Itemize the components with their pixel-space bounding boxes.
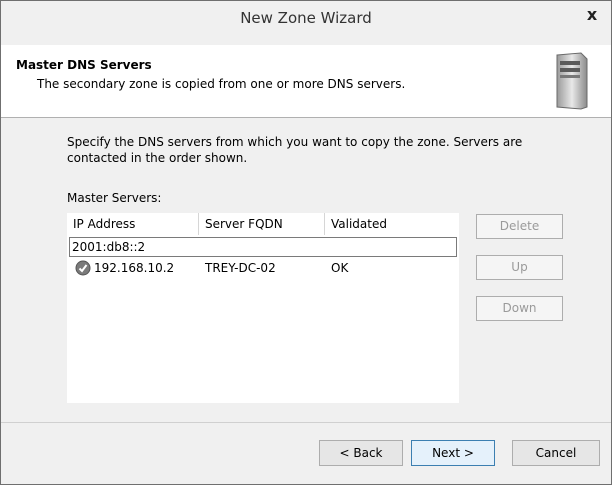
check-icon xyxy=(75,260,91,276)
title-bar: New Zone Wizard x xyxy=(1,1,611,37)
ip-address-edit-field[interactable]: 2001:db8::2 xyxy=(69,237,457,257)
cell-fqdn: TREY-DC-02 xyxy=(205,261,276,275)
instructions-text: Specify the DNS servers from which you w… xyxy=(67,135,523,165)
cell-ip: 192.168.10.2 xyxy=(94,261,175,275)
column-header-validated[interactable]: Validated xyxy=(325,213,459,235)
back-button[interactable]: < Back xyxy=(319,440,403,466)
cell-validated: OK xyxy=(331,261,349,275)
wizard-window: New Zone Wizard x Master DNS Servers The… xyxy=(0,0,612,485)
wizard-header: Master DNS Servers The secondary zone is… xyxy=(1,45,611,118)
close-button[interactable]: x xyxy=(579,3,605,27)
down-button[interactable]: Down xyxy=(476,296,563,321)
server-icon xyxy=(556,52,588,110)
page-subtitle: The secondary zone is copied from one or… xyxy=(37,77,406,91)
column-header-fqdn[interactable]: Server FQDN xyxy=(199,213,325,235)
table-row[interactable]: 192.168.10.2 TREY-DC-02 OK xyxy=(67,257,459,279)
next-button[interactable]: Next > xyxy=(411,440,495,466)
column-header-ip[interactable]: IP Address xyxy=(67,213,199,235)
footer-divider xyxy=(1,422,611,423)
page-title: Master DNS Servers xyxy=(16,58,152,72)
cancel-button[interactable]: Cancel xyxy=(512,440,600,466)
master-servers-label: Master Servers: xyxy=(67,191,162,205)
up-button[interactable]: Up xyxy=(476,255,563,280)
window-title: New Zone Wizard xyxy=(240,9,372,27)
delete-button[interactable]: Delete xyxy=(476,214,563,239)
master-servers-list[interactable]: IP Address Server FQDN Validated 2001:db… xyxy=(67,213,459,403)
